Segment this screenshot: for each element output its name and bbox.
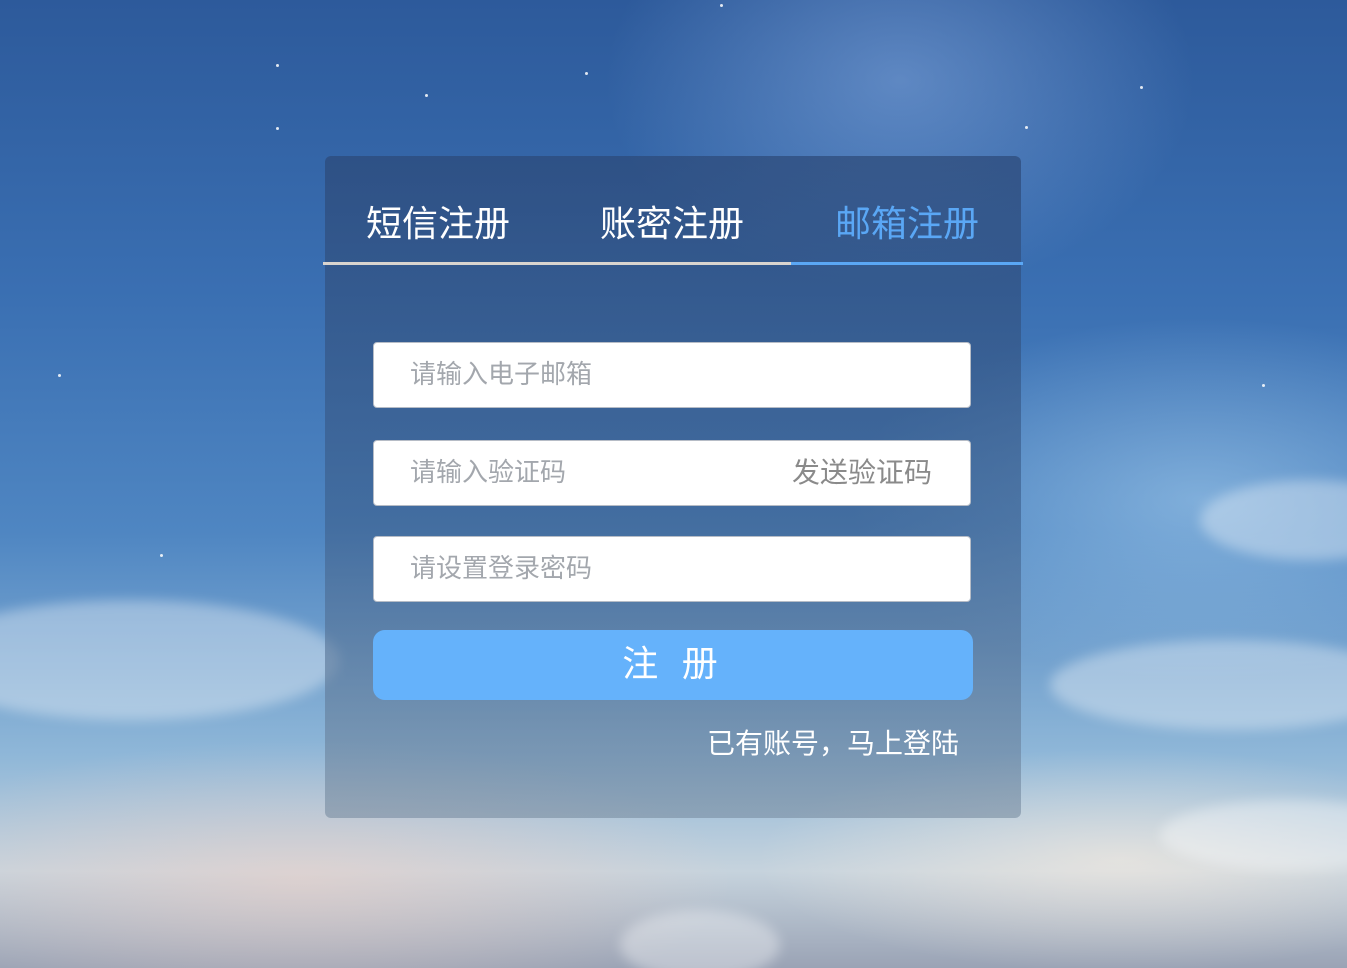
tab-account-register[interactable]: 账密注册 xyxy=(600,198,744,252)
star-decoration xyxy=(585,72,588,75)
login-link[interactable]: 已有账号，马上登陆 xyxy=(707,722,959,762)
send-code-button[interactable]: 发送验证码 xyxy=(792,441,932,505)
email-field xyxy=(373,342,971,408)
cloud-decoration xyxy=(1050,640,1347,730)
password-field xyxy=(373,536,971,602)
star-decoration xyxy=(425,94,428,97)
star-decoration xyxy=(276,64,279,67)
tab-sms-register[interactable]: 短信注册 xyxy=(366,198,510,252)
star-decoration xyxy=(58,374,61,377)
star-decoration xyxy=(276,127,279,130)
tab-active-indicator xyxy=(791,262,1023,265)
tab-email-register[interactable]: 邮箱注册 xyxy=(835,198,979,252)
register-panel: 短信注册 账密注册 邮箱注册 发送验证码 注 册 已有账号，马上登陆 xyxy=(323,156,1023,818)
star-decoration xyxy=(1025,126,1028,129)
code-field: 发送验证码 xyxy=(373,440,971,506)
star-decoration xyxy=(720,4,723,7)
star-decoration xyxy=(160,554,163,557)
verification-code-input[interactable] xyxy=(410,441,770,505)
cloud-decoration xyxy=(620,910,780,968)
email-input[interactable] xyxy=(410,343,770,407)
password-input[interactable] xyxy=(410,537,770,601)
cloud-decoration xyxy=(1200,480,1347,560)
cloud-decoration xyxy=(0,600,340,720)
register-button[interactable]: 注 册 xyxy=(373,630,973,700)
star-decoration xyxy=(1140,86,1143,89)
register-tabs: 短信注册 账密注册 邮箱注册 xyxy=(323,156,1023,266)
star-decoration xyxy=(1262,384,1265,387)
cloud-decoration xyxy=(1160,800,1347,870)
